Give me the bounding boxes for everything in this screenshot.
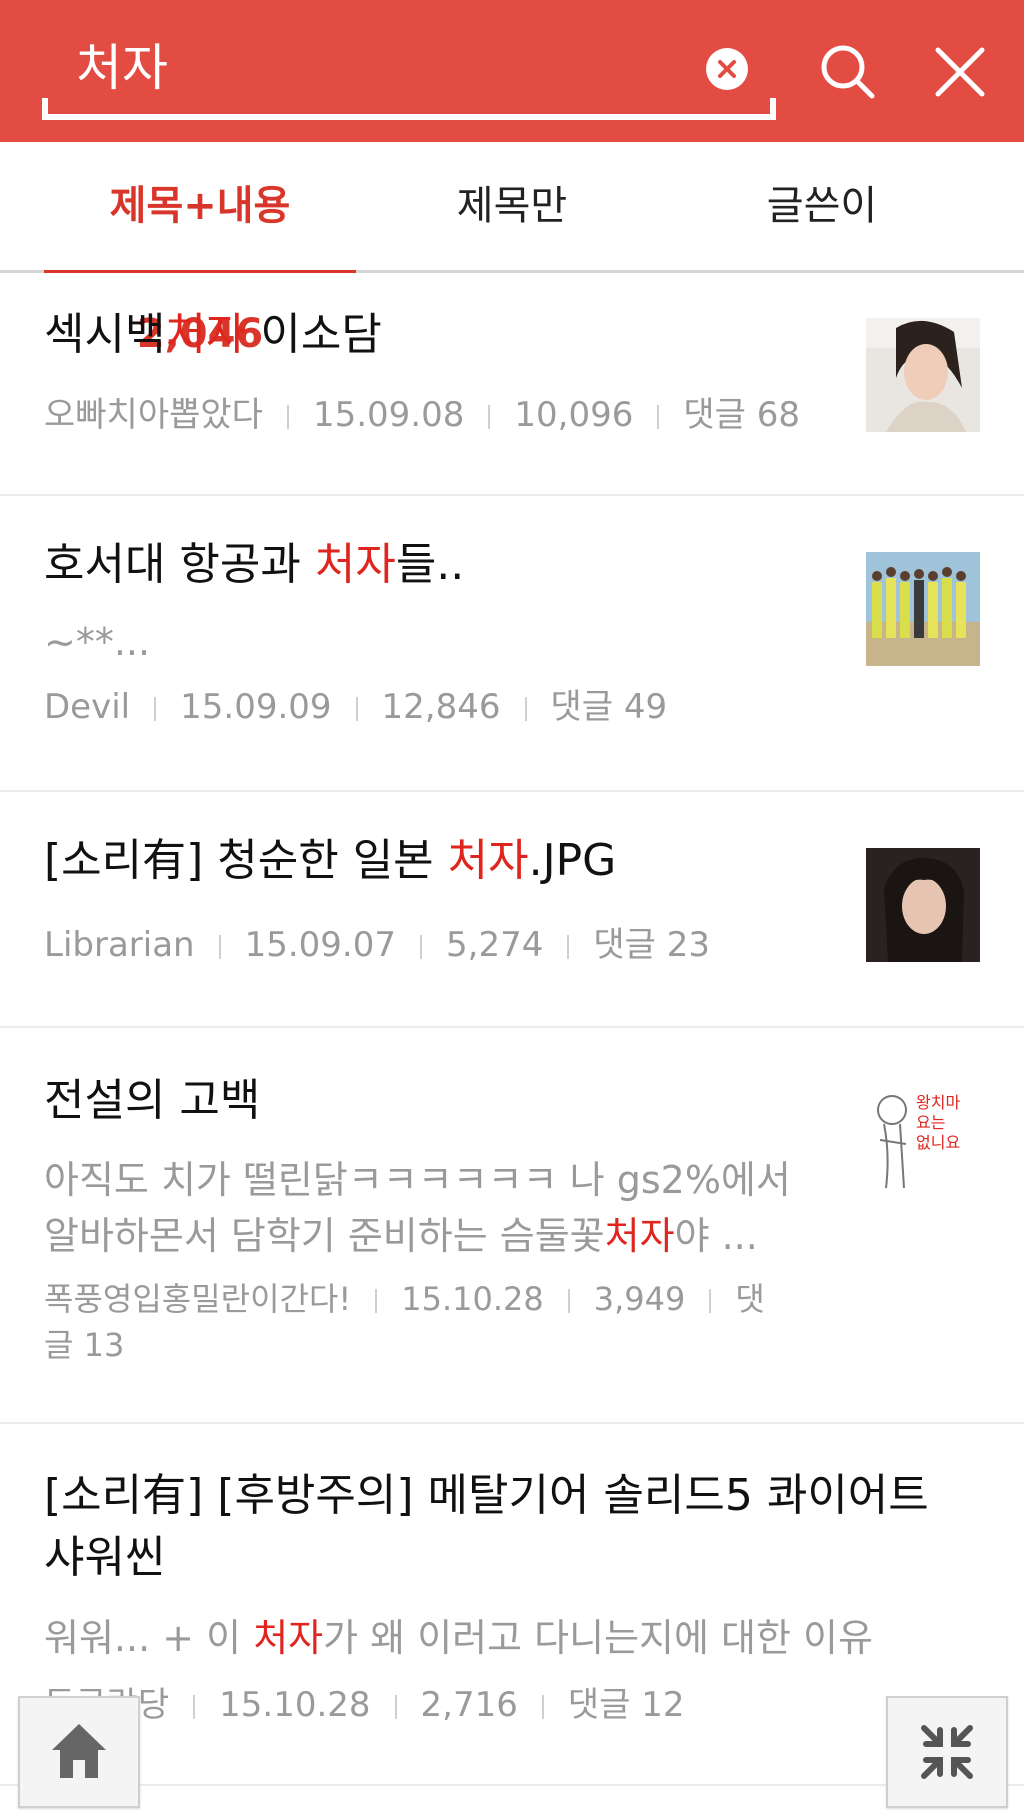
post-views: 2,716 [420, 1685, 518, 1725]
list-item[interactable]: [소리有] [후방주의] 메탈기어 솔리드5 콰이어트 샤워씬 워워... + … [0, 1424, 1024, 1786]
post-views: 12,846 [381, 687, 501, 727]
separator [375, 1289, 378, 1313]
snippet-text: 알바하몬서 담학기 준비하는 슴둘꽃 [44, 1214, 605, 1258]
separator [394, 1694, 397, 1719]
post-comments: 댓글 68 [683, 395, 800, 435]
post-snippet: 워워... + 이 처자가 왜 이러고 다니는지에 대한 이유 [44, 1610, 873, 1666]
post-author: 오빠치아뽑았다 [44, 395, 263, 435]
post-comments: 댓글 12 [567, 1685, 685, 1725]
list-item[interactable]: 호서대 항공과 처자들.. ~**... Devil 15.09.09 12,846… [0, 496, 1024, 792]
clear-icon [718, 60, 736, 78]
title-highlight: 처자 [447, 835, 529, 886]
separator [420, 934, 422, 959]
post-title: [소리有] 청순한 일본 처자.JPG [44, 832, 616, 890]
post-title: 샤워씬 [44, 1532, 166, 1583]
separator [193, 1694, 196, 1719]
post-snippet: 알바하몬서 담학기 준비하는 슴둘꽃처자야 ... [44, 1208, 758, 1264]
close-icon [935, 47, 985, 97]
snippet-text: 워워... + 이 [44, 1616, 254, 1660]
close-search-button[interactable] [922, 34, 998, 110]
post-author: 폭풍영입홍밀란이간다! [44, 1280, 352, 1318]
separator [657, 404, 660, 429]
separator [567, 934, 570, 959]
tab-author[interactable]: 글쓴이 [722, 142, 922, 270]
post-date: 15.09.09 [180, 687, 332, 727]
post-comments-wrap: 글 13 [44, 1326, 125, 1364]
post-meta: 오빠치아뽑았다 15.09.08 10,096 댓글 68 [44, 392, 800, 438]
home-icon [52, 1724, 106, 1778]
post-thumbnail [866, 848, 980, 962]
tab-title-only[interactable]: 제목만 [412, 142, 612, 270]
thumbnail-caption: 없니요 [916, 1133, 960, 1152]
separator [541, 1694, 544, 1719]
list-item[interactable]: 섹시백처자 이소담 오빠치아뽑았다 15.09.08 10,096 댓글 68 [0, 272, 1024, 496]
post-comments: 댓 [735, 1280, 765, 1318]
post-author: Librarian [44, 925, 195, 965]
separator [567, 1289, 570, 1313]
post-meta: Devil 15.09.09 12,846 댓글 49 [44, 684, 667, 730]
title-text: .JPG [528, 835, 617, 886]
list-item[interactable]: 전설의 고백 아직도 치가 떨린닭ㅋㅋㅋㅋㅋㅋ 나 gs2%에서 알바하몬서 담… [0, 1028, 1024, 1424]
snippet-text: 야 ... [674, 1214, 758, 1258]
title-text: 들.. [395, 539, 465, 590]
separator [154, 696, 157, 721]
post-comments: 댓글 23 [593, 925, 710, 965]
title-text: [소리有] 청순한 일본 [44, 835, 448, 886]
title-highlight: 처자 [314, 539, 396, 590]
title-text: 이소담 [246, 309, 382, 360]
home-button[interactable] [18, 1696, 140, 1808]
thumbnail-caption: 요는 [916, 1113, 945, 1132]
post-meta: Librarian 15.09.07 5,274 댓글 23 [44, 922, 710, 968]
post-views: 10,096 [514, 395, 634, 435]
snippet-text: 가 왜 이러고 다니는지에 대한 이유 [323, 1616, 873, 1660]
post-meta: 동글랑당15.10.282,716댓글 12 [44, 1682, 685, 1728]
post-views: 3,949 [593, 1280, 686, 1318]
clear-search-button[interactable] [706, 48, 748, 90]
post-thumbnail [866, 318, 980, 432]
post-date: 15.10.28 [401, 1280, 544, 1318]
search-input[interactable]: 처자 [76, 38, 168, 98]
post-title: [소리有] [후방주의] 메탈기어 솔리드5 콰이어트 [44, 1470, 929, 1521]
title-text: 섹시백 [44, 309, 166, 360]
post-thumbnail: 왕치마 요는 없니요 [866, 1084, 980, 1198]
post-title: 섹시백처자 이소담 [44, 306, 382, 364]
search-filter-tabs: 제목+내용 2,046 제목만 글쓴이 [0, 142, 1024, 357]
post-snippet: 아직도 치가 떨린닭ㅋㅋㅋㅋㅋㅋ 나 gs2%에서 [44, 1158, 791, 1202]
post-date: 15.09.07 [244, 925, 396, 965]
title-text: 호서대 항공과 [44, 539, 315, 590]
post-snippet: ~**... [44, 620, 151, 664]
search-header: 처자 [0, 0, 1024, 142]
search-field[interactable]: 처자 [42, 36, 776, 120]
post-author: Devil [44, 687, 131, 727]
post-date: 15.10.28 [219, 1685, 371, 1725]
separator [488, 404, 491, 429]
collapse-icon [921, 1725, 973, 1779]
collapse-button[interactable] [886, 1696, 1008, 1808]
search-icon [821, 45, 875, 99]
post-views: 5,274 [446, 925, 544, 965]
thumbnail-caption: 왕치마 [916, 1093, 960, 1112]
separator [355, 696, 358, 721]
separator [286, 404, 289, 429]
list-item[interactable]: [소리有] 청순한 일본 처자.JPG Librarian 15.09.07 5,2… [0, 792, 1024, 1028]
separator [524, 696, 527, 721]
separator [709, 1289, 712, 1313]
post-comments: 댓글 49 [550, 687, 668, 727]
search-button[interactable] [810, 34, 886, 110]
separator [218, 934, 221, 959]
post-meta: 폭풍영입홍밀란이간다! 15.10.28 3,949 댓 [44, 1276, 765, 1322]
post-date: 15.09.08 [312, 395, 465, 435]
tab-title-content[interactable]: 제목+내용 2,046 [44, 142, 356, 357]
post-title: 전설의 고백 [44, 1075, 261, 1126]
snippet-highlight: 처자 [253, 1616, 324, 1660]
post-thumbnail [866, 552, 980, 666]
post-title: 호서대 항공과 처자들.. [44, 536, 464, 594]
snippet-highlight: 처자 [604, 1214, 675, 1258]
title-highlight: 처자 [165, 309, 247, 360]
